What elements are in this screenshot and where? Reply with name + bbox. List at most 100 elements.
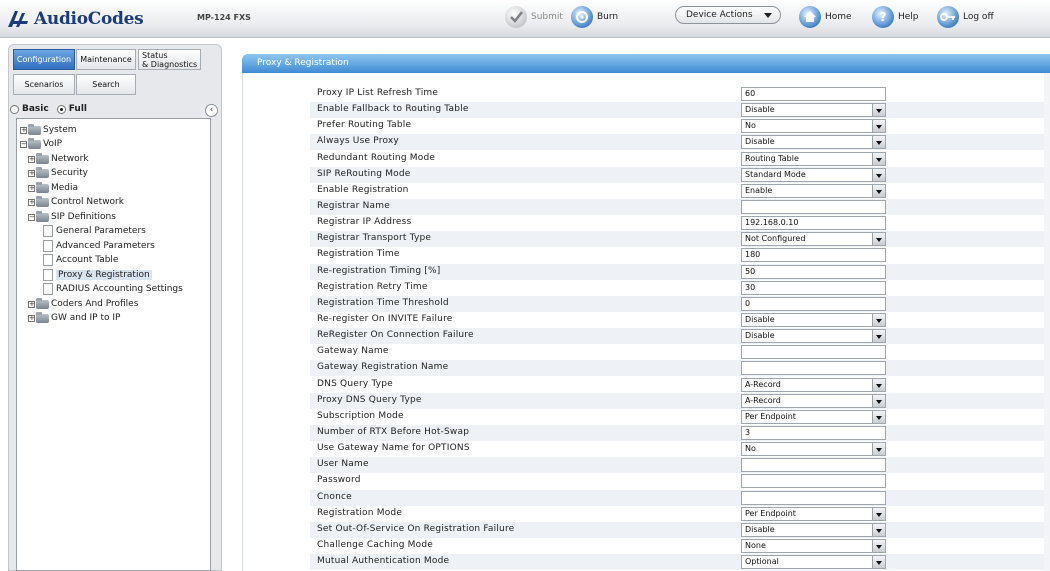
select-re-register-on-invite-failure[interactable]: Disable	[741, 312, 886, 327]
param-label: Always Use Proxy	[317, 136, 399, 147]
input-number-of-rtx-before-hot-swap[interactable]: 3	[741, 425, 886, 440]
device-actions-dropdown[interactable]: Device Actions	[675, 6, 781, 24]
collapse-icon[interactable]: −	[28, 213, 35, 221]
tree-node-control-network[interactable]: + Control Network	[28, 195, 124, 209]
tab-configuration[interactable]: Configuration	[13, 49, 75, 70]
tree-node-radius-accounting[interactable]: RADIUS Accounting Settings	[43, 282, 183, 296]
param-row-enable-registration: Enable Registration Enable	[310, 183, 1050, 199]
radio-basic[interactable]	[10, 104, 19, 114]
page-icon	[43, 283, 53, 295]
expand-icon[interactable]: +	[28, 169, 35, 177]
select-redundant-routing-mode[interactable]: Routing Table	[741, 151, 886, 166]
tree-label: GW and IP to IP	[51, 313, 121, 323]
burn-button[interactable]: Burn	[571, 5, 618, 29]
folder-icon	[36, 210, 49, 222]
home-button[interactable]: Home	[799, 5, 852, 29]
input-re-registration-timing[interactable]: 50	[741, 264, 886, 279]
param-label: DNS Query Type	[317, 378, 393, 389]
input-proxy-ip-list-refresh-time[interactable]: 60	[741, 87, 886, 101]
expand-icon[interactable]: +	[28, 300, 35, 308]
page-icon	[43, 269, 53, 281]
param-label: SIP ReRouting Mode	[317, 168, 411, 179]
input-registration-retry-time[interactable]: 30	[741, 280, 886, 295]
tree-node-media[interactable]: + Media	[28, 181, 78, 195]
folder-icon	[36, 181, 49, 193]
tree-node-sip-definitions[interactable]: − SIP Definitions	[28, 210, 116, 224]
input-registration-time[interactable]: 180	[741, 248, 886, 263]
tree-node-coders-profiles[interactable]: + Coders And Profiles	[28, 297, 138, 311]
expand-icon[interactable]: +	[28, 155, 35, 163]
select-enable-fallback-to-routing-table[interactable]: Disable	[741, 103, 886, 118]
input-registrar-name[interactable]	[741, 199, 886, 214]
view-mode-selector: Basic Full	[10, 104, 87, 114]
audiocodes-logo-icon	[8, 11, 28, 27]
logoff-label: Log off	[963, 12, 994, 22]
input-cnonce[interactable]	[741, 490, 886, 505]
select-enable-registration[interactable]: Enable	[741, 183, 886, 198]
select-always-use-proxy[interactable]: Disable	[741, 135, 886, 150]
param-row-reregister-on-connection-failure: ReRegister On Connection Failure Disable	[310, 328, 1050, 345]
tab-status-diagnostics[interactable]: Status & Diagnostics	[138, 49, 201, 70]
brand-logo: AudioCodes	[6, 7, 144, 31]
tree-node-account-table[interactable]: Account Table	[43, 253, 118, 267]
param-label: Re-register On INVITE Failure	[317, 313, 453, 324]
collapse-icon[interactable]: −	[20, 140, 27, 148]
param-label: User Name	[317, 459, 369, 470]
radio-basic-label: Basic	[22, 104, 49, 114]
tree-node-voip[interactable]: − VoIP	[20, 137, 62, 151]
select-proxy-dns-query-type[interactable]: A-Record	[741, 393, 886, 408]
expand-icon[interactable]: +	[28, 184, 35, 192]
expand-icon[interactable]: +	[28, 314, 35, 322]
logoff-button[interactable]: Log off	[937, 5, 994, 29]
scrollbar-track[interactable]	[1044, 73, 1050, 571]
param-label: Proxy IP List Refresh Time	[317, 88, 439, 98]
input-gateway-name[interactable]	[741, 345, 886, 360]
help-button[interactable]: ? Help	[872, 5, 919, 29]
tree-node-proxy-registration[interactable]: Proxy & Registration	[43, 268, 152, 282]
select-reregister-on-connection-failure[interactable]: Disable	[741, 329, 886, 344]
expand-icon[interactable]: +	[20, 126, 27, 134]
radio-full[interactable]	[56, 104, 66, 114]
param-label: Redundant Routing Mode	[317, 152, 436, 163]
param-row-gateway-name: Gateway Name	[310, 344, 1050, 360]
select-challenge-caching-mode[interactable]: None	[741, 538, 886, 553]
param-label: Gateway Name	[317, 346, 389, 357]
collapse-nav-button[interactable]: ‹	[205, 104, 218, 117]
input-user-name[interactable]	[741, 458, 886, 473]
param-label: Set Out-Of-Service On Registration Failu…	[317, 523, 515, 534]
select-mutual-authentication-mode[interactable]: Optional	[741, 555, 886, 570]
expand-icon[interactable]: +	[28, 198, 35, 206]
brand-name: AudioCodes	[34, 9, 144, 29]
select-sip-rerouting-mode[interactable]: Standard Mode	[741, 167, 886, 182]
param-row-registration-time: Registration Time 180	[310, 247, 1050, 263]
select-use-gateway-name-for-options[interactable]: No	[741, 442, 886, 457]
param-row-registrar-name: Registrar Name	[310, 198, 1050, 215]
input-registrar-ip-address[interactable]: 192.168.0.10	[741, 216, 886, 231]
input-password[interactable]	[741, 474, 886, 489]
param-row-registration-retry-time: Registration Retry Time 30	[310, 280, 1050, 296]
folder-icon	[36, 311, 49, 323]
page-icon	[43, 225, 53, 237]
tab-search[interactable]: Search	[76, 74, 136, 95]
burn-label: Burn	[597, 12, 619, 22]
select-registrar-transport-type[interactable]: Not Configured	[741, 232, 886, 247]
input-registration-time-threshold[interactable]: 0	[741, 296, 886, 311]
tab-maintenance[interactable]: Maintenance	[76, 49, 136, 70]
folder-icon	[36, 195, 49, 207]
select-registration-mode[interactable]: Per Endpoint	[741, 506, 886, 521]
input-gateway-registration-name[interactable]	[741, 361, 886, 376]
tree-node-gw-ip-to-ip[interactable]: + GW and IP to IP	[28, 311, 120, 325]
tree-node-security[interactable]: + Security	[28, 166, 88, 180]
tree-node-network[interactable]: + Network	[28, 152, 89, 166]
select-subscription-mode[interactable]: Per Endpoint	[741, 409, 886, 424]
parameters-form: Proxy IP List Refresh Time 60 Enable Fallb…	[242, 73, 1050, 571]
tree-node-advanced-parameters[interactable]: Advanced Parameters	[43, 239, 155, 253]
select-dns-query-type[interactable]: A-Record	[741, 377, 886, 392]
tree-label: Account Table	[56, 255, 119, 265]
tab-scenarios[interactable]: Scenarios	[13, 74, 75, 95]
submit-button[interactable]: Submit	[505, 5, 563, 29]
select-prefer-routing-table[interactable]: No	[741, 119, 886, 134]
select-set-out-of-service-on-registration-failure[interactable]: Disable	[741, 522, 886, 537]
tree-node-system[interactable]: + System	[20, 123, 77, 137]
tree-node-general-parameters[interactable]: General Parameters	[43, 224, 146, 238]
